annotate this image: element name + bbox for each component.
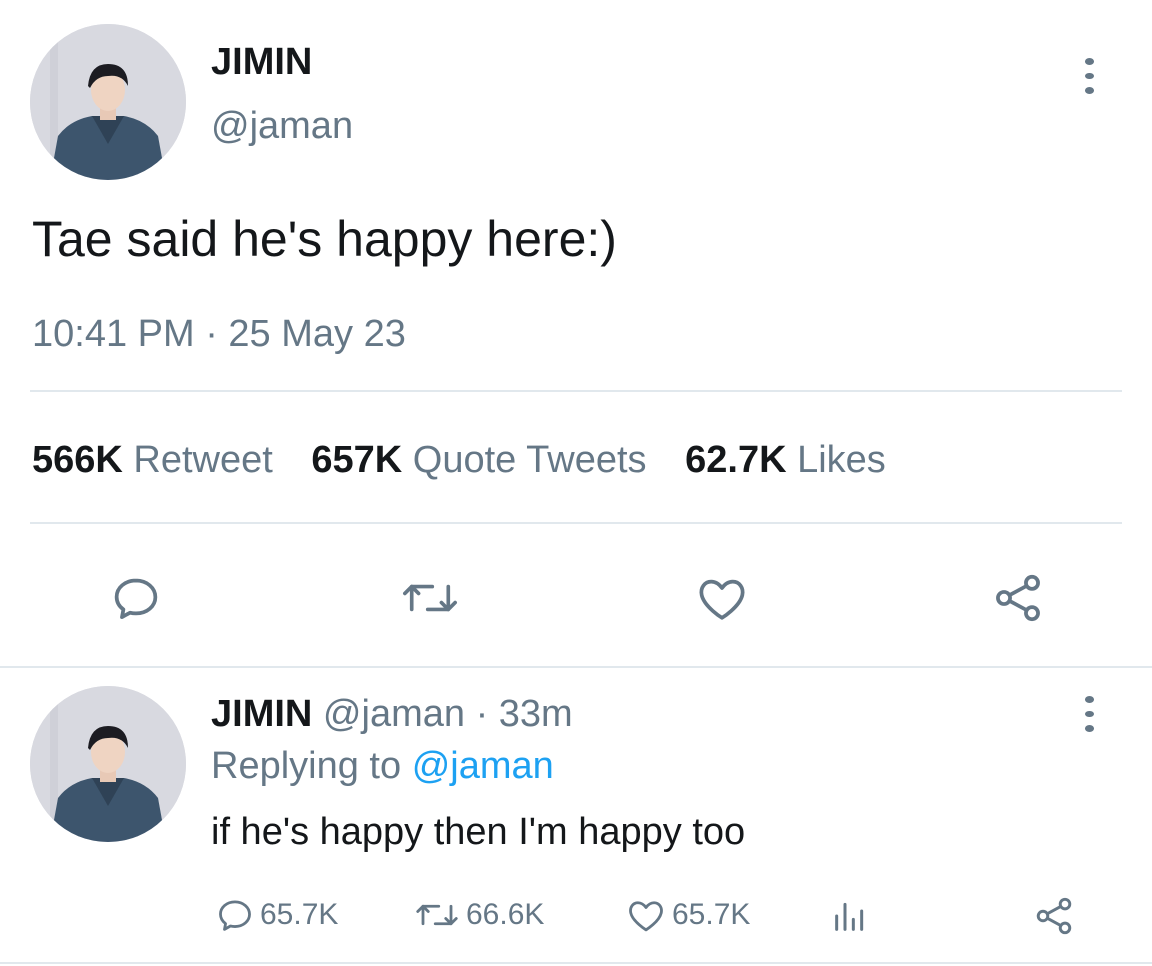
like-icon [699, 579, 745, 620]
reply-header: JIMIN @jaman · 33m [211, 692, 573, 736]
tweet-stats-row: 566K Retweet 657K Quote Tweets 62.7K Lik… [32, 438, 886, 482]
reply-reply-button[interactable]: 65.7K [214, 890, 338, 940]
tweet-author-handle[interactable]: @jaman [211, 104, 353, 148]
quote-tweets-count: 657K [311, 439, 403, 481]
reply-icon [219, 900, 251, 931]
tweet-more-options-icon[interactable] [1082, 54, 1096, 98]
like-button[interactable] [690, 566, 754, 630]
retweet-icon [403, 584, 457, 612]
reply-button[interactable] [104, 566, 168, 630]
reply-share-button[interactable] [1030, 892, 1078, 940]
reply-retweet-button[interactable]: 66.6K [412, 890, 544, 940]
quote-tweets-label: Quote Tweets [412, 439, 647, 481]
likes-stat[interactable]: 62.7K Likes [685, 439, 886, 481]
retweet-icon [416, 904, 458, 926]
tweet-text: Tae said he's happy here:) [32, 211, 617, 267]
share-button[interactable] [986, 566, 1050, 630]
reply-like-button[interactable]: 65.7K [624, 890, 750, 940]
tweet-author-name[interactable]: JIMIN [211, 40, 312, 84]
retweet-button[interactable] [394, 566, 466, 630]
likes-count: 62.7K [685, 439, 787, 481]
reply-icon [114, 578, 158, 619]
retweet-label: Retweet [133, 439, 273, 481]
divider [30, 390, 1122, 392]
reply-avatar[interactable] [30, 686, 186, 842]
replying-to: Replying to @jaman [211, 744, 554, 788]
tweet-avatar[interactable] [30, 24, 186, 180]
reply-like-count: 65.7K [672, 898, 751, 931]
analytics-icon [835, 902, 864, 931]
share-icon [1036, 897, 1072, 935]
reply-author-name[interactable]: JIMIN [211, 693, 312, 735]
reply-text: if he's happy then I'm happy too [211, 811, 746, 853]
section-divider [0, 666, 1152, 668]
reply-time[interactable]: · 33m [476, 693, 573, 735]
avatar-photo [30, 24, 186, 180]
reply-author-handle[interactable]: @jaman [323, 693, 465, 735]
replying-to-label: Replying to [211, 745, 402, 787]
tweet-timestamp[interactable]: 10:41 PM · 25 May 23 [32, 312, 406, 356]
reply-more-options-icon[interactable] [1082, 692, 1096, 736]
reply-reply-count: 65.7K [260, 898, 339, 931]
retweet-stat[interactable]: 566K Retweet [32, 439, 283, 481]
like-icon [629, 901, 663, 932]
reply-analytics-button[interactable] [826, 892, 874, 940]
reply-retweet-count: 66.6K [466, 898, 545, 931]
quote-tweets-stat[interactable]: 657K Quote Tweets [311, 439, 657, 481]
likes-label: Likes [797, 439, 886, 481]
bottom-divider [0, 962, 1152, 964]
divider [30, 522, 1122, 524]
share-icon [996, 574, 1040, 622]
retweet-count: 566K [32, 439, 123, 481]
replying-to-handle[interactable]: @jaman [412, 745, 554, 787]
avatar-photo [30, 686, 186, 842]
